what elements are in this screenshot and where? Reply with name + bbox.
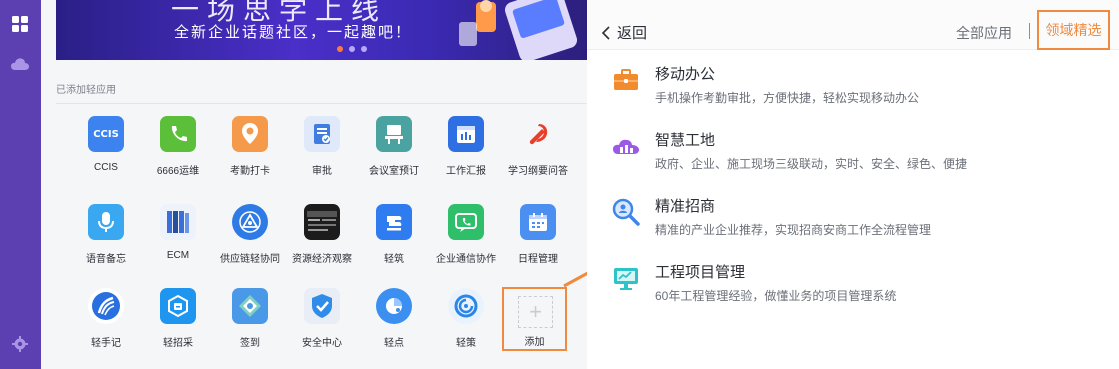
- app-tile-ecm[interactable]: ECM: [142, 204, 214, 284]
- app-tile-supply-chain[interactable]: 供应链轻协同: [214, 204, 286, 284]
- category-title: 工程项目管理: [655, 264, 746, 281]
- app-tile-6666[interactable]: 6666运维: [142, 116, 214, 196]
- app-label: 签到: [240, 338, 260, 349]
- app-label: 考勤打卡: [230, 166, 270, 177]
- back-label: 返回: [617, 25, 648, 42]
- app-tile-notes[interactable]: 轻手记: [70, 288, 142, 368]
- app-tile-approval[interactable]: 审批: [286, 116, 358, 196]
- app-label: 学习纲要问答: [508, 166, 568, 177]
- network-triangle-icon: [232, 204, 268, 240]
- added-apps-label: 已添加轻应用: [56, 85, 116, 96]
- category-desc: 60年工程管理经验，做懂业务的项目管理系统: [655, 289, 897, 303]
- strategy-icon: [448, 288, 484, 324]
- app-tile-meeting-room[interactable]: 会议室预订: [358, 116, 430, 196]
- location-pin-icon: [232, 116, 268, 152]
- build-icon: [376, 204, 412, 240]
- app-tile-economy-observe[interactable]: 资源经济观察: [286, 204, 358, 284]
- app-tile-work-report[interactable]: 工作汇报: [430, 116, 502, 196]
- nav-rail: [0, 0, 41, 369]
- tab-all-apps[interactable]: 全部应用: [956, 23, 1012, 43]
- app-tile-ccis[interactable]: CCIS CCIS: [70, 116, 142, 196]
- settings-gear-icon[interactable]: [8, 332, 32, 356]
- app-label: 轻策: [456, 338, 476, 349]
- cloud-construction-icon: [613, 139, 639, 154]
- app-label: 会议室预订: [369, 166, 419, 177]
- calendar-icon: [520, 204, 556, 240]
- chevron-left-icon: [601, 25, 610, 40]
- back-button[interactable]: 返回: [601, 22, 647, 43]
- domain-panel-header: 返回 全部应用 领域精选: [587, 0, 1119, 50]
- party-emblem-icon: [520, 116, 556, 152]
- category-title: 精准招商: [655, 198, 716, 215]
- app-tile-qingdian[interactable]: 轻点: [358, 288, 430, 368]
- app-label: 工作汇报: [446, 166, 486, 177]
- carousel-dots[interactable]: [337, 46, 367, 52]
- procurement-icon: [160, 288, 196, 324]
- books-icon: [160, 204, 196, 240]
- category-mobile-office[interactable]: 移动办公 手机操作考勤审批，方便快捷，轻松实现移动办公: [611, 63, 1091, 111]
- microphone-icon: [88, 204, 124, 240]
- app-tile-check-in[interactable]: 签到: [214, 288, 286, 368]
- category-title: 移动办公: [655, 66, 716, 83]
- category-precise-investment[interactable]: 精准招商 精准的产业企业推荐，实现招商安商工作全流程管理: [611, 195, 1091, 243]
- app-panel: 一场思学上线 全新企业话题社区，一起趣吧！ 已添加轻应用 CCIS CCIS 6…: [41, 0, 587, 369]
- plus-icon: +: [518, 296, 553, 328]
- category-title: 智慧工地: [655, 132, 716, 149]
- tab-domain-curated[interactable]: 领域精选: [1037, 10, 1110, 50]
- app-label: CCIS: [94, 162, 118, 173]
- apps-grid-icon[interactable]: [8, 12, 32, 36]
- app-label: 资源经济观察: [292, 254, 352, 265]
- check-in-icon: [232, 288, 268, 324]
- divider: [56, 103, 587, 104]
- app-label: 安全中心: [302, 338, 342, 349]
- report-icon: [448, 116, 484, 152]
- meeting-room-icon: [376, 116, 412, 152]
- app-tile-attendance[interactable]: 考勤打卡: [214, 116, 286, 196]
- category-desc: 手机操作考勤审批，方便快捷，轻松实现移动办公: [655, 91, 920, 105]
- app-tile-study-qa[interactable]: 学习纲要问答: [502, 116, 574, 196]
- app-label: 轻点: [384, 338, 404, 349]
- category-desc: 政府、企业、施工现场三级联动，实时、安全、绿色、便捷: [655, 157, 968, 171]
- add-app-button[interactable]: + 添加: [502, 287, 567, 351]
- phone-wrench-icon: [160, 116, 196, 152]
- app-label: 供应链轻协同: [220, 254, 280, 265]
- economy-observe-icon: [304, 204, 340, 240]
- app-tile-security[interactable]: 安全中心: [286, 288, 358, 368]
- app-tile-qingce[interactable]: 轻策: [430, 288, 502, 368]
- domain-panel: 返回 全部应用 领域精选 移动办公 手机操作考勤审批，方便快捷，轻松实现移动办公…: [587, 0, 1119, 369]
- briefcase-icon: [614, 69, 638, 90]
- cloud-icon[interactable]: [8, 52, 32, 76]
- app-label: 审批: [312, 166, 332, 177]
- promo-banner[interactable]: 一场思学上线 全新企业话题社区，一起趣吧！: [56, 0, 587, 60]
- app-tile-procurement[interactable]: 轻招采: [142, 288, 214, 368]
- phone-illustration-icon: [459, 0, 578, 60]
- shield-check-icon: [304, 288, 340, 324]
- chat-call-icon: [448, 204, 484, 240]
- category-smart-site[interactable]: 智慧工地 政府、企业、施工现场三级联动，实时、安全、绿色、便捷: [611, 129, 1091, 177]
- app-label: 轻手记: [91, 338, 121, 349]
- app-label: 语音备忘: [86, 254, 126, 265]
- add-app-label: 添加: [524, 337, 545, 348]
- banner-subtitle: 全新企业话题社区，一起趣吧！: [174, 24, 413, 41]
- magnify-people-icon: [612, 198, 640, 226]
- app-label: 6666运维: [156, 166, 200, 177]
- app-label: 轻筑: [384, 254, 404, 265]
- app-label: 轻招采: [163, 338, 193, 349]
- monitor-project-icon: [614, 268, 638, 290]
- document-check-icon: [304, 116, 340, 152]
- notebook-icon: [88, 288, 124, 324]
- tab-separator: [1029, 23, 1030, 39]
- pie-point-icon: [376, 288, 412, 324]
- ccis-icon: CCIS: [88, 116, 124, 152]
- category-project-management[interactable]: 工程项目管理 60年工程管理经验，做懂业务的项目管理系统: [611, 261, 1091, 309]
- app-tile-qingzhu[interactable]: 轻筑: [358, 204, 430, 284]
- app-label: 企业通信协作: [436, 254, 496, 265]
- category-desc: 精准的产业企业推荐，实现招商安商工作全流程管理: [655, 223, 932, 237]
- app-label: ECM: [166, 250, 190, 261]
- app-tile-voice-memo[interactable]: 语音备忘: [70, 204, 142, 284]
- tab-domain-curated-label: 领域精选: [1045, 22, 1102, 38]
- app-tile-enterprise-comm[interactable]: 企业通信协作: [430, 204, 502, 284]
